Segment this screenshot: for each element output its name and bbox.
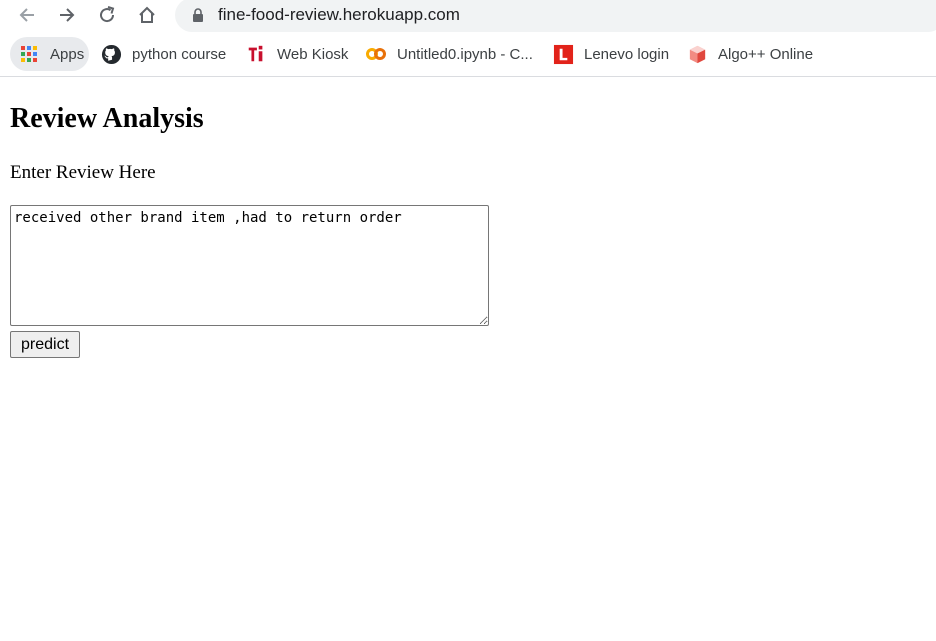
bookmark-colab[interactable]: Untitled0.ipynb - C... (365, 37, 533, 71)
review-input-label: Enter Review Here (10, 162, 156, 183)
bookmark-label: Apps (50, 45, 85, 63)
ti-logo-icon (245, 43, 267, 65)
bookmark-label: Web Kiosk (277, 45, 349, 63)
bookmark-python-course[interactable]: python course (100, 37, 226, 71)
forward-button[interactable] (51, 0, 83, 30)
reload-icon (100, 6, 115, 23)
address-bar[interactable]: fine-food-review.herokuapp.com (175, 0, 936, 32)
page-title: Review Analysis (10, 103, 204, 134)
l-logo-icon (552, 43, 574, 65)
bookmark-label: Lenevo login (584, 45, 670, 63)
bookmarks-bar: Apps python course Web Kiosk Untitled0.i… (0, 32, 936, 77)
apps-grid-icon (18, 43, 40, 65)
bookmark-lenevo-login[interactable]: Lenevo login (552, 37, 669, 71)
bookmark-apps[interactable]: Apps (10, 37, 89, 71)
arrow-right-icon (60, 8, 75, 22)
bookmark-label: Algo++ Online (718, 45, 814, 63)
lock-icon (193, 8, 203, 22)
reload-button[interactable] (91, 0, 123, 30)
cube-icon (686, 43, 708, 65)
home-icon (139, 6, 155, 23)
bookmark-web-kiosk[interactable]: Web Kiosk (245, 37, 348, 71)
bookmark-label: python course (132, 45, 227, 63)
home-button[interactable] (131, 0, 163, 30)
arrow-left-icon (19, 8, 34, 22)
back-button[interactable] (11, 0, 43, 30)
review-textarea[interactable]: received other brand item ,had to return… (10, 205, 489, 326)
colab-icon (365, 43, 387, 65)
predict-button[interactable]: predict (10, 331, 80, 358)
url-text: fine-food-review.herokuapp.com (218, 5, 460, 24)
bookmark-algo-online[interactable]: Algo++ Online (686, 37, 813, 71)
github-icon (100, 43, 122, 65)
browser-toolbar: fine-food-review.herokuapp.com (0, 0, 936, 32)
bookmark-label: Untitled0.ipynb - C... (397, 45, 533, 63)
